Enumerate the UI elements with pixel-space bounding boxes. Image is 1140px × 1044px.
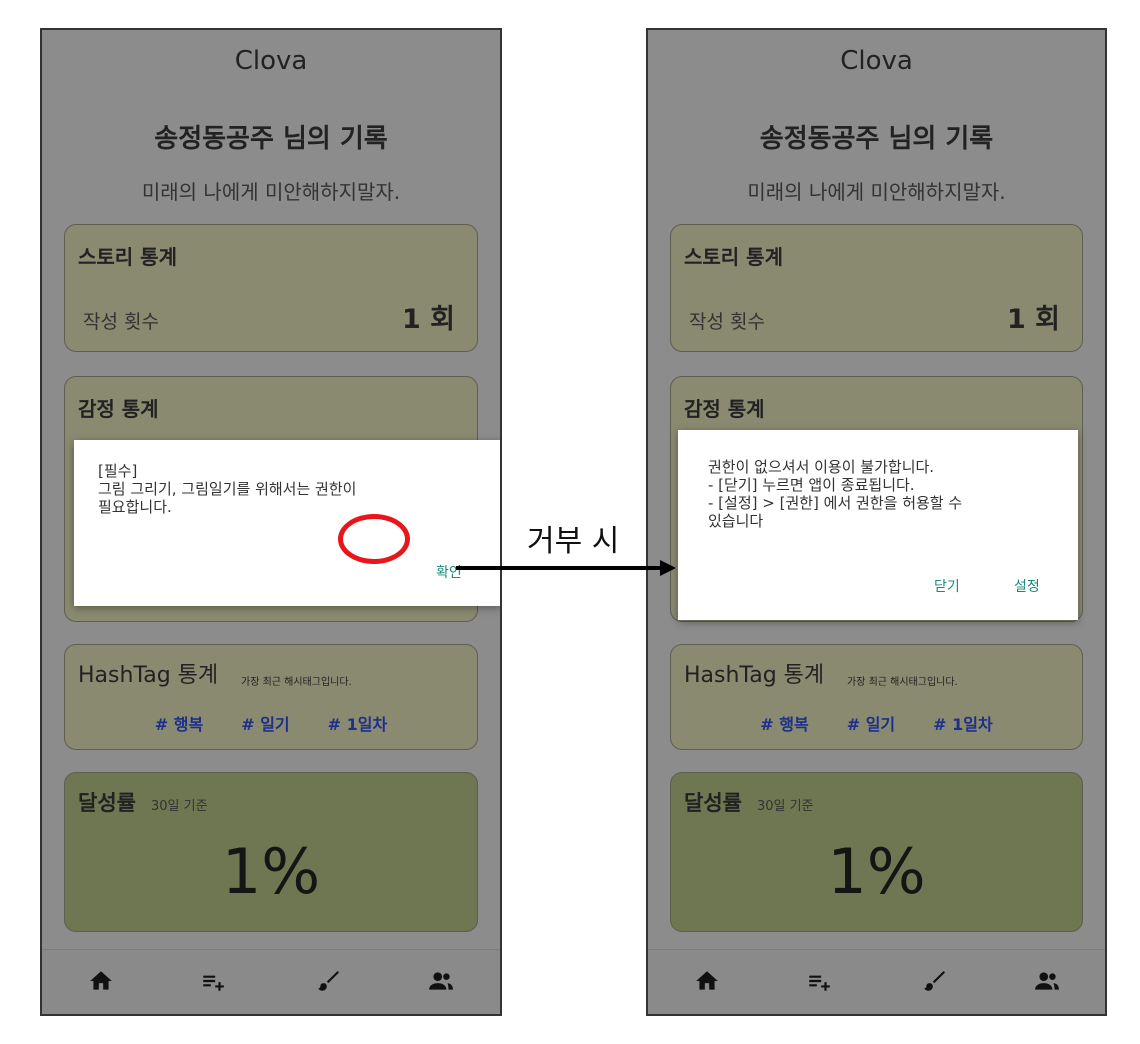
- people-icon[interactable]: [1034, 968, 1060, 994]
- app-title: Clova: [234, 46, 308, 76]
- home-icon[interactable]: [88, 968, 114, 994]
- bottom-nav: [648, 949, 1105, 1014]
- hashtag-stats-card: HashTag 통계 가장 최근 해시태그입니다. # 행복 # 일기 # 1일…: [64, 644, 478, 750]
- home-icon[interactable]: [694, 968, 720, 994]
- story-stats-title: 스토리 통계: [78, 245, 177, 269]
- phone-screen-permission-denied: Clova 송정동공주 님의 기록 미래의 나에게 미안해하지말자. 스토리 통…: [646, 28, 1107, 1016]
- settings-button[interactable]: 설정: [1014, 576, 1040, 596]
- story-stats-card: 스토리 통계 작성 횟수 1 회: [64, 224, 478, 352]
- hashtag-item[interactable]: # 1일차: [328, 711, 388, 735]
- add-list-icon[interactable]: [200, 968, 226, 994]
- record-title: 송정동공주 님의 기록: [759, 124, 994, 154]
- achievement-value: 1%: [827, 835, 926, 908]
- hashtag-stats-card: HashTag 통계 가장 최근 해시태그입니다. # 행복 # 일기 # 1일…: [670, 644, 1083, 750]
- brush-icon[interactable]: [316, 968, 342, 994]
- hashtag-list: # 행복 # 일기 # 1일차: [65, 711, 477, 735]
- hashtag-item[interactable]: # 일기: [241, 711, 289, 735]
- achievement-basis: 30일 기준: [151, 799, 208, 814]
- achievement-title: 달성률: [684, 791, 742, 815]
- motto-text: 미래의 나에게 미안해하지말자.: [747, 180, 1006, 204]
- hashtag-item[interactable]: # 1일차: [933, 711, 993, 735]
- hashtag-stats-title: HashTag 통계: [684, 663, 825, 688]
- hashtag-list: # 행복 # 일기 # 1일차: [671, 711, 1082, 735]
- achievement-basis: 30일 기준: [757, 799, 814, 814]
- brush-icon[interactable]: [922, 968, 948, 994]
- achievement-title: 달성률: [78, 791, 136, 815]
- achievement-value: 1%: [221, 835, 321, 908]
- hashtag-note: 가장 최근 해시태그입니다.: [847, 677, 958, 688]
- achievement-card: 달성률 30일 기준 1%: [64, 772, 478, 932]
- phone-screen-permission-request: Clova 송정동공주 님의 기록 미래의 나에게 미안해하지말자. 스토리 통…: [40, 28, 502, 1016]
- hashtag-item[interactable]: # 행복: [760, 711, 808, 735]
- record-title: 송정동공주 님의 기록: [154, 124, 388, 154]
- story-stats-title: 스토리 통계: [684, 245, 783, 269]
- hashtag-stats-title: HashTag 통계: [78, 663, 219, 688]
- hashtag-item[interactable]: # 행복: [155, 711, 203, 735]
- app-title: Clova: [840, 46, 913, 76]
- emotion-stats-title: 감정 통계: [684, 397, 765, 421]
- highlight-circle: [338, 514, 410, 564]
- add-list-icon[interactable]: [806, 968, 832, 994]
- people-icon[interactable]: [428, 968, 454, 994]
- dialog-message: [필수] 그림 그리기, 그림일기를 위해서는 권한이 필요합니다.: [98, 462, 357, 516]
- arrow-label: 거부 시: [527, 524, 620, 559]
- achievement-card: 달성률 30일 기준 1%: [670, 772, 1083, 932]
- bottom-nav: [42, 949, 500, 1014]
- motto-text: 미래의 나에게 미안해하지말자.: [141, 180, 401, 204]
- write-count-value: 1 회: [1006, 304, 1060, 335]
- write-count-label: 작성 횟수: [83, 311, 159, 333]
- story-stats-card: 스토리 통계 작성 횟수 1 회: [670, 224, 1083, 352]
- close-button[interactable]: 닫기: [934, 576, 960, 596]
- arrow-right-icon: [456, 560, 676, 576]
- permission-denied-dialog: 권한이 없으셔서 이용이 불가합니다. - [닫기] 누르면 앱이 종료됩니다.…: [678, 430, 1078, 620]
- emotion-stats-title: 감정 통계: [78, 397, 159, 421]
- hashtag-note: 가장 최근 해시태그입니다.: [241, 677, 352, 688]
- write-count-value: 1 회: [401, 304, 455, 335]
- hashtag-item[interactable]: # 일기: [847, 711, 895, 735]
- permission-dialog: [필수] 그림 그리기, 그림일기를 위해서는 권한이 필요합니다. 확인: [74, 440, 500, 606]
- write-count-label: 작성 횟수: [689, 311, 765, 333]
- dialog-message: 권한이 없으셔서 이용이 불가합니다. - [닫기] 누르면 앱이 종료됩니다.…: [708, 458, 963, 530]
